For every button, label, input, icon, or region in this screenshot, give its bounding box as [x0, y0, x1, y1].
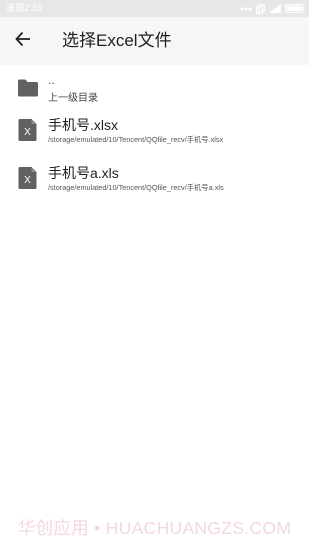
back-button[interactable]	[8, 26, 38, 56]
folder-name: ..	[48, 73, 55, 87]
watermark: 华创应用 • HUACHUANGZS.COM	[17, 518, 292, 538]
list-item-parent-folder[interactable]: .. 上一级目录	[0, 69, 309, 117]
app-bar: 选择Excel文件	[0, 17, 309, 65]
status-bar: 滚疆2:59	[0, 0, 309, 17]
dots-icon	[240, 7, 252, 11]
folder-icon	[17, 78, 39, 102]
file-name: 手机号.xlsx	[48, 117, 118, 133]
page-title: 选择Excel文件	[62, 31, 172, 50]
file-path: /storage/emulated/10/Tencent/QQfile_recv…	[48, 135, 224, 144]
excel-file-icon: X	[17, 118, 39, 142]
list-item-file[interactable]: X 手机号.xlsx /storage/emulated/10/Tencent/…	[0, 115, 309, 163]
arrow-left-icon	[15, 31, 31, 52]
screen-icon	[256, 3, 265, 14]
signal-icon	[269, 4, 281, 13]
svg-text:X: X	[24, 127, 31, 138]
list-item-file[interactable]: X 手机号a.xls /storage/emulated/10/Tencent/…	[0, 163, 309, 211]
folder-subtitle: 上一级目录	[48, 93, 98, 104]
status-icons	[240, 3, 305, 14]
status-time: 滚疆2:59	[6, 3, 43, 13]
file-name: 手机号a.xls	[48, 165, 119, 181]
file-picker-screen: 滚疆2:59 选择Excel文件 .. 上一级目录 X 手机号.xlsx /st…	[0, 0, 309, 550]
file-path: /storage/emulated/10/Tencent/QQfile_recv…	[48, 183, 224, 192]
svg-text:X: X	[24, 175, 31, 186]
battery-icon	[285, 4, 305, 13]
excel-file-icon: X	[17, 166, 39, 190]
